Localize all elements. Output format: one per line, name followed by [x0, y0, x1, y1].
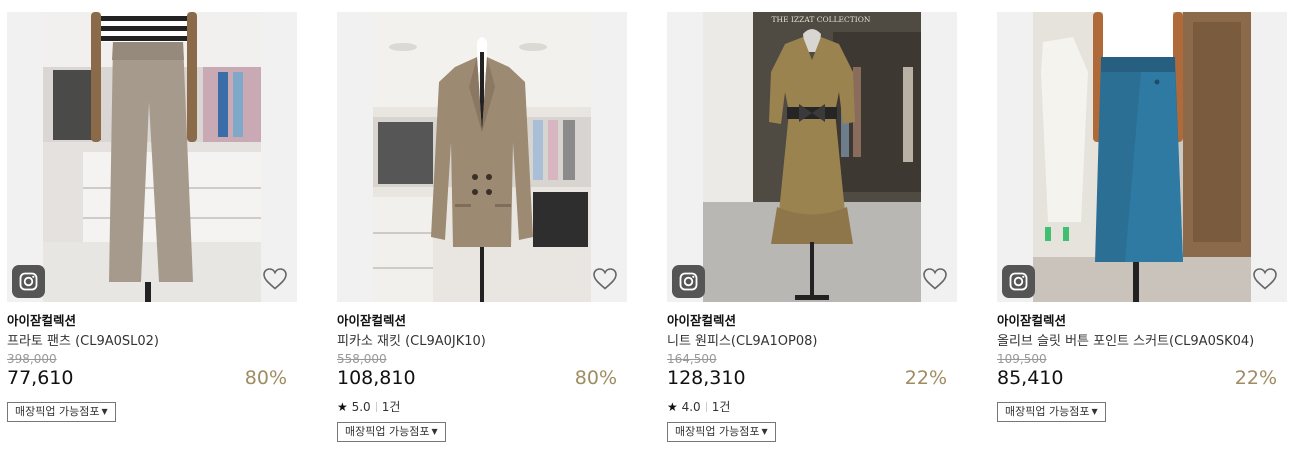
- review-count: 1건: [711, 400, 731, 414]
- store-pickup-label: 매장픽업 가능점포: [345, 425, 430, 438]
- product-thumbnail[interactable]: [7, 12, 297, 302]
- product-photo: [373, 12, 591, 302]
- product-card[interactable]: THE IZZAT COLLECTION 아이잗컬렉션 니트 원피스(CL9A1…: [667, 12, 957, 442]
- rating-score: 4.0: [681, 400, 701, 414]
- original-price: 164,500: [667, 352, 717, 366]
- caret-down-icon: ▼: [431, 427, 438, 436]
- store-pickup-dropdown[interactable]: 매장픽업 가능점포 ▼: [337, 422, 446, 442]
- heart-outline-icon[interactable]: [922, 267, 948, 291]
- brand-name[interactable]: 아이잗컬렉션: [7, 310, 76, 329]
- caret-down-icon: ▼: [1091, 407, 1098, 416]
- rating-score: 5.0: [351, 400, 371, 414]
- discount-rate: 80%: [574, 367, 617, 389]
- store-pickup-label: 매장픽업 가능점포: [15, 405, 100, 418]
- sale-price: 108,810: [337, 367, 416, 389]
- review-count: 1건: [381, 400, 401, 414]
- product-photo: [1033, 12, 1251, 302]
- instagram-icon[interactable]: [672, 265, 705, 298]
- original-price: 558,000: [337, 352, 387, 366]
- store-pickup-dropdown[interactable]: 매장픽업 가능점포 ▼: [667, 422, 776, 442]
- store-pickup-dropdown[interactable]: 매장픽업 가능점포 ▼: [7, 402, 116, 422]
- divider: [375, 402, 377, 412]
- divider: [705, 402, 707, 412]
- product-name[interactable]: 피카소 재킷 (CL9A0JK10): [337, 330, 486, 349]
- sale-price: 85,410: [997, 367, 1064, 389]
- caret-down-icon: ▼: [101, 407, 108, 416]
- heart-outline-icon[interactable]: [592, 267, 618, 291]
- brand-name[interactable]: 아이잗컬렉션: [997, 310, 1066, 329]
- store-pickup-label: 매장픽업 가능점포: [675, 425, 760, 438]
- star-icon: ★: [337, 400, 348, 414]
- heart-outline-icon[interactable]: [1252, 267, 1278, 291]
- sale-price: 128,310: [667, 367, 746, 389]
- product-name[interactable]: 프라토 팬츠 (CL9A0SL02): [7, 330, 159, 349]
- rating-summary: ★ 4.0 1건: [667, 398, 730, 415]
- product-name[interactable]: 올리브 슬릿 버튼 포인트 스커트(CL9A0SK04): [997, 330, 1254, 349]
- caret-down-icon: ▼: [761, 427, 768, 436]
- star-icon: ★: [667, 400, 678, 414]
- product-card[interactable]: 아이잗컬렉션 프라토 팬츠 (CL9A0SL02) 398,000 77,610…: [7, 12, 297, 442]
- rating-summary: ★ 5.0 1건: [337, 398, 400, 415]
- original-price: 109,500: [997, 352, 1047, 366]
- product-thumbnail[interactable]: [997, 12, 1287, 302]
- product-photo: THE IZZAT COLLECTION: [703, 12, 921, 302]
- store-sign: THE IZZAT COLLECTION: [772, 15, 871, 24]
- discount-rate: 22%: [1234, 367, 1277, 389]
- store-pickup-dropdown[interactable]: 매장픽업 가능점포 ▼: [997, 402, 1106, 422]
- instagram-icon[interactable]: [1002, 265, 1035, 298]
- brand-name[interactable]: 아이잗컬렉션: [667, 310, 736, 329]
- discount-rate: 80%: [244, 367, 287, 389]
- product-thumbnail[interactable]: THE IZZAT COLLECTION: [667, 12, 957, 302]
- brand-name[interactable]: 아이잗컬렉션: [337, 310, 406, 329]
- sale-price: 77,610: [7, 367, 74, 389]
- original-price: 398,000: [7, 352, 57, 366]
- product-card[interactable]: 아이잗컬렉션 피카소 재킷 (CL9A0JK10) 558,000 108,81…: [337, 12, 627, 442]
- discount-rate: 22%: [904, 367, 947, 389]
- product-photo: [43, 12, 261, 302]
- product-name[interactable]: 니트 원피스(CL9A1OP08): [667, 330, 817, 349]
- instagram-icon[interactable]: [12, 265, 45, 298]
- product-thumbnail[interactable]: [337, 12, 627, 302]
- product-card[interactable]: 아이잗컬렉션 올리브 슬릿 버튼 포인트 스커트(CL9A0SK04) 109,…: [997, 12, 1287, 442]
- heart-outline-icon[interactable]: [262, 267, 288, 291]
- store-pickup-label: 매장픽업 가능점포: [1005, 405, 1090, 418]
